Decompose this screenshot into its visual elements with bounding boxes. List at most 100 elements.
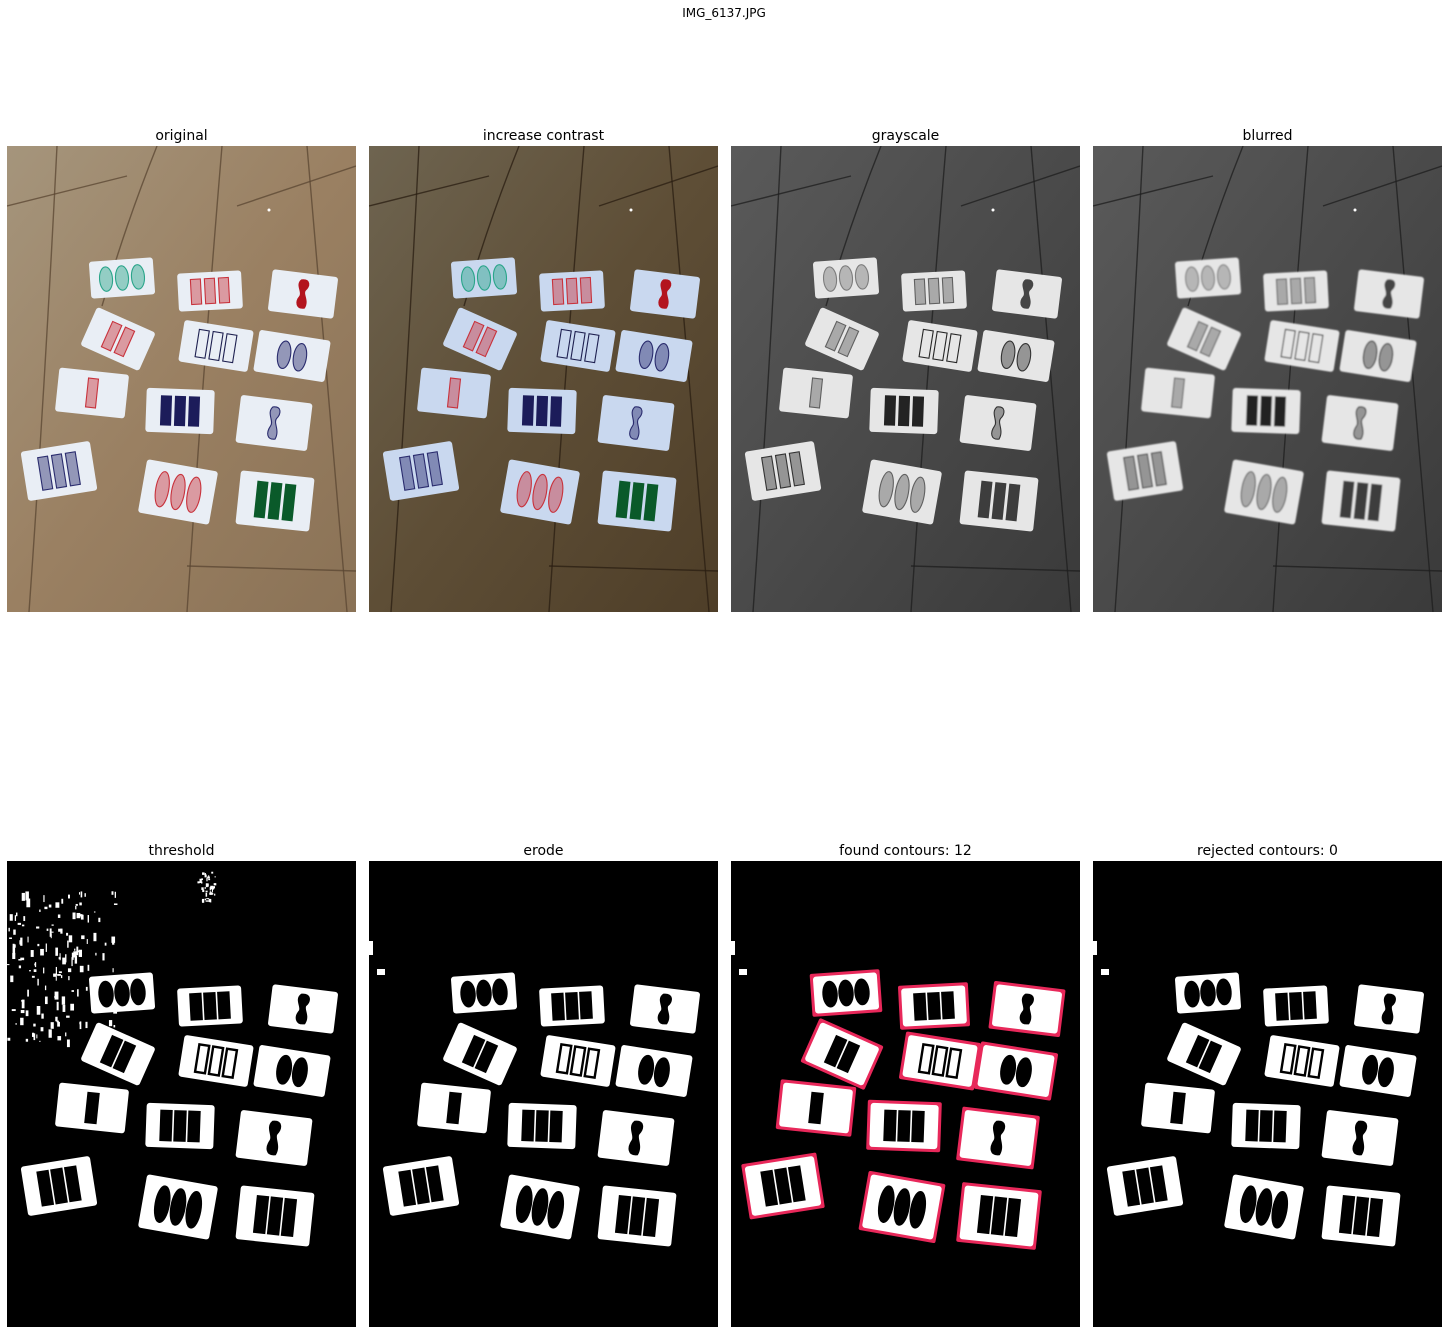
set-card [1321, 1110, 1399, 1166]
card-symbol [1273, 1110, 1287, 1143]
panel-title: grayscale [871, 128, 940, 144]
card-symbol [565, 991, 579, 1021]
set-card [1354, 269, 1424, 319]
set-card [630, 984, 700, 1034]
set-card [809, 969, 883, 1017]
set-card [812, 257, 880, 299]
card-symbol [549, 396, 563, 427]
set-card [235, 1185, 315, 1247]
card-symbol [187, 1110, 201, 1143]
card-symbol [521, 1109, 535, 1142]
card-symbol [1303, 991, 1317, 1020]
set-card [235, 1110, 313, 1166]
card-symbol [114, 979, 130, 1007]
set-card [55, 1082, 129, 1134]
card-symbol [551, 278, 565, 306]
set-card [630, 269, 700, 319]
card-symbol [84, 1091, 100, 1125]
panel-title: threshold [148, 843, 215, 859]
card-symbol [1004, 1197, 1022, 1238]
card-symbol [1366, 1197, 1384, 1238]
card-symbol [535, 395, 549, 427]
card-symbol [1245, 395, 1259, 426]
card-symbol [579, 276, 593, 304]
set-card [1174, 257, 1242, 299]
card-symbol [913, 278, 927, 306]
card-symbol [203, 277, 217, 305]
card-symbol [446, 1091, 462, 1125]
card-symbol [1338, 1194, 1356, 1235]
set-card [775, 1079, 857, 1137]
set-card [1231, 1102, 1301, 1150]
set-card [177, 270, 243, 312]
set-card [988, 981, 1066, 1037]
set-card [779, 367, 853, 419]
panel-image [1093, 861, 1442, 1327]
card-symbol [1275, 278, 1289, 306]
card-symbol [266, 1196, 284, 1236]
set-card [1354, 984, 1424, 1034]
set-card [1141, 367, 1215, 419]
card-symbol [1259, 1110, 1273, 1142]
set-card [507, 1102, 577, 1150]
set-card [956, 1182, 1042, 1250]
set-card [268, 984, 338, 1034]
set-card [235, 470, 315, 532]
card-symbol [883, 1109, 897, 1142]
card-symbol [551, 992, 565, 1021]
panel-title: blurred [1242, 128, 1293, 144]
set-card [597, 1110, 675, 1166]
card-symbol [854, 978, 870, 1006]
set-card [417, 367, 491, 419]
set-card [235, 395, 313, 451]
panel-image [369, 146, 718, 612]
panel-image [7, 861, 356, 1327]
panel-image [1093, 146, 1442, 612]
set-card [417, 1082, 491, 1134]
card-symbol [1259, 395, 1273, 427]
set-card [1263, 270, 1329, 312]
set-card [1321, 395, 1399, 451]
card-symbol [628, 1196, 646, 1236]
card-symbol [476, 979, 492, 1007]
set-card [539, 270, 605, 312]
set-card [866, 1099, 942, 1153]
set-card [956, 1106, 1040, 1170]
card-symbol [460, 980, 476, 1008]
card-symbol [189, 278, 203, 306]
card-symbol [897, 1110, 911, 1142]
card-symbol [1273, 396, 1287, 427]
set-card [1231, 387, 1301, 435]
panel-title: found contours: 12 [839, 843, 972, 859]
card-symbol [941, 276, 955, 304]
card-symbol [1303, 276, 1317, 304]
card-symbol [173, 395, 187, 427]
card-symbol [883, 395, 897, 426]
panel-title: rejected contours: 0 [1197, 843, 1338, 859]
card-symbol [927, 277, 941, 305]
set-card [869, 387, 939, 435]
card-symbol [614, 1194, 632, 1235]
card-symbol [1170, 1091, 1186, 1125]
set-card [268, 269, 338, 319]
set-card [597, 470, 677, 532]
set-card [597, 395, 675, 451]
card-symbol [976, 1194, 994, 1235]
card-symbol [911, 396, 925, 427]
set-card [539, 985, 605, 1027]
card-symbol [187, 396, 201, 427]
set-card [145, 387, 215, 435]
card-symbol [535, 1110, 549, 1142]
set-card [897, 982, 971, 1030]
card-symbol [1216, 978, 1232, 1006]
card-symbol [911, 1110, 925, 1143]
set-card [450, 257, 518, 299]
card-symbol [927, 991, 941, 1021]
card-symbol [217, 991, 231, 1020]
card-symbol [492, 978, 508, 1006]
panel-image [369, 861, 718, 1327]
panel-title: increase contrast [482, 128, 605, 144]
panel-image [7, 146, 356, 612]
set-card [450, 972, 518, 1014]
panel-image [731, 146, 1080, 612]
